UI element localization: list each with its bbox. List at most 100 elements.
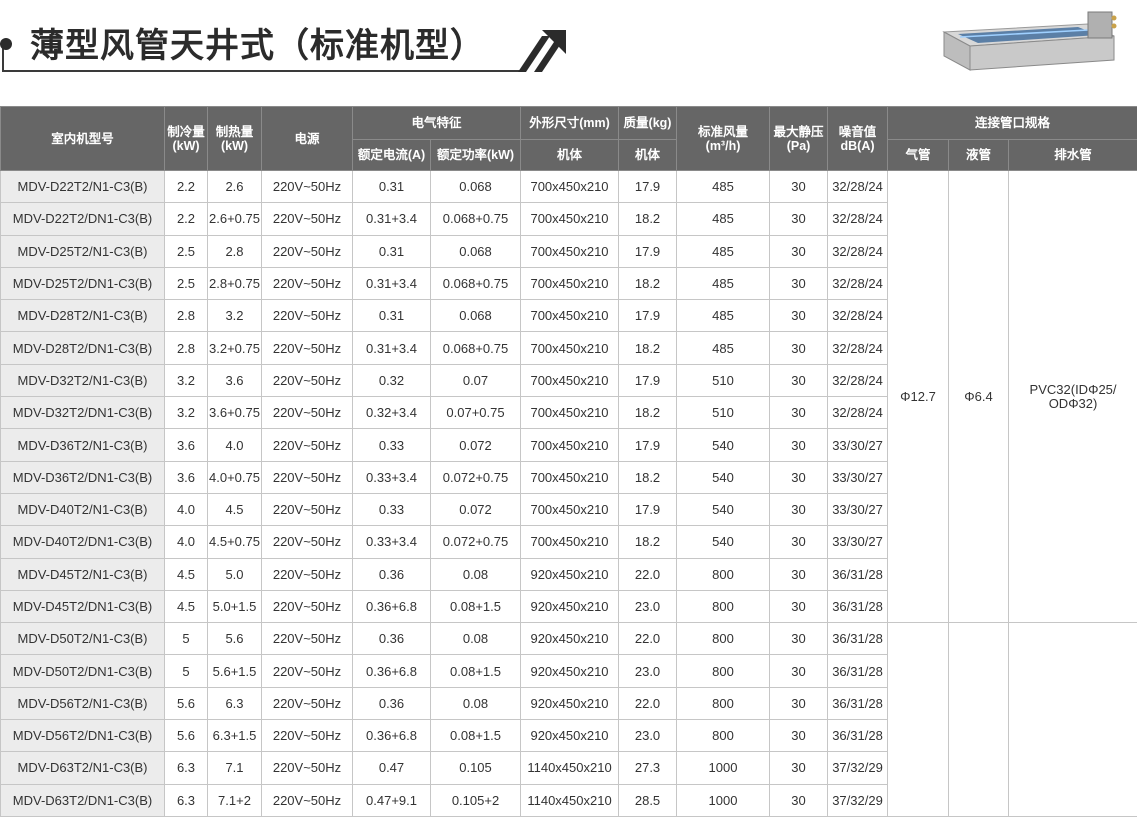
cell-model: MDV-D22T2/DN1-C3(B) — [0, 202, 165, 236]
cell-rated-power: 0.068 — [429, 299, 522, 333]
cell-power: 220V~50Hz — [261, 492, 353, 527]
header-rated-power: 额定功率(kW) — [429, 139, 522, 171]
cell-noise: 36/31/28 — [827, 622, 889, 656]
cell-rated-current: 0.47+9.1 — [352, 783, 431, 817]
cell-airflow: 485 — [676, 266, 771, 301]
cell-weight: 18.2 — [618, 266, 678, 301]
cell-model: MDV-D36T2/N1-C3(B) — [0, 428, 165, 462]
cell-heating: 5.6+1.5 — [207, 654, 262, 688]
cell-static-pressure: 30 — [769, 460, 829, 494]
title-bullet-icon — [0, 38, 12, 50]
header-heating: 制热量 (kW) — [207, 106, 262, 171]
cell-heating: 4.0+0.75 — [207, 460, 262, 494]
cell-model: MDV-D56T2/DN1-C3(B) — [0, 719, 165, 753]
cell-cooling: 2.5 — [164, 266, 208, 301]
cell-heating: 5.6 — [207, 622, 262, 656]
cell-weight: 22.0 — [618, 557, 678, 591]
cell-rated-current: 0.33+3.4 — [352, 460, 431, 494]
cell-model: MDV-D32T2/N1-C3(B) — [0, 363, 165, 398]
cell-rated-current: 0.32 — [352, 363, 431, 398]
header-rated-current: 额定电流(A) — [352, 139, 431, 171]
cell-airflow: 510 — [676, 363, 771, 398]
cell-cooling: 3.2 — [164, 363, 208, 398]
cell-heating: 4.5 — [207, 492, 262, 527]
cell-model: MDV-D25T2/DN1-C3(B) — [0, 266, 165, 301]
cell-weight: 17.9 — [618, 363, 678, 398]
double-slash-arrow-icon — [518, 30, 566, 72]
cell-power: 220V~50Hz — [261, 654, 353, 688]
cell-cooling: 3.6 — [164, 428, 208, 462]
cell-pipe-drain-2 — [1008, 622, 1137, 817]
cell-model: MDV-D28T2/DN1-C3(B) — [0, 331, 165, 365]
cell-noise: 36/31/28 — [827, 654, 889, 688]
cell-model: MDV-D50T2/DN1-C3(B) — [0, 654, 165, 688]
cell-cooling: 5.6 — [164, 719, 208, 753]
cell-power: 220V~50Hz — [261, 266, 353, 301]
cell-weight: 18.2 — [618, 525, 678, 559]
cell-cooling: 3.6 — [164, 460, 208, 494]
cell-model: MDV-D63T2/DN1-C3(B) — [0, 783, 165, 817]
cell-rated-current: 0.31+3.4 — [352, 202, 431, 236]
cell-static-pressure: 30 — [769, 299, 829, 333]
cell-static-pressure: 30 — [769, 266, 829, 301]
cell-dimensions: 920x450x210 — [520, 719, 620, 753]
cell-cooling: 4.0 — [164, 492, 208, 527]
header-static-pressure: 最大静压 (Pa) — [769, 106, 829, 171]
cell-rated-power: 0.08+1.5 — [429, 654, 522, 688]
cell-noise: 32/28/24 — [827, 363, 889, 398]
cell-cooling: 6.3 — [164, 783, 208, 817]
cell-dimensions: 700x450x210 — [520, 428, 620, 462]
cell-pipe-drain: PVC32(IDΦ25/ ODΦ32) — [1008, 169, 1137, 624]
cell-heating: 2.6 — [207, 169, 262, 204]
cell-static-pressure: 30 — [769, 428, 829, 462]
cell-airflow: 800 — [676, 686, 771, 721]
cell-weight: 17.9 — [618, 234, 678, 268]
cell-static-pressure: 30 — [769, 622, 829, 656]
cell-static-pressure: 30 — [769, 525, 829, 559]
cell-static-pressure: 30 — [769, 783, 829, 817]
cell-power: 220V~50Hz — [261, 719, 353, 753]
cell-cooling: 2.8 — [164, 331, 208, 365]
cell-rated-power: 0.105 — [429, 751, 522, 785]
ducted-indoor-unit-image — [942, 11, 1117, 71]
cell-power: 220V~50Hz — [261, 783, 353, 817]
cell-pipe-gas: Φ12.7 — [887, 169, 950, 624]
spec-table: 室内机型号 制冷量 (kW) 制热量 (kW) 电源 电气特征 外形尺寸(mm)… — [0, 106, 1137, 817]
cell-airflow: 800 — [676, 557, 771, 591]
header-drain-pipe: 排水管 — [1008, 139, 1137, 171]
cell-static-pressure: 30 — [769, 686, 829, 721]
cell-power: 220V~50Hz — [261, 396, 353, 430]
cell-dimensions: 1140x450x210 — [520, 751, 620, 785]
header-weight: 质量(kg) — [618, 106, 678, 140]
cell-power: 220V~50Hz — [261, 299, 353, 333]
cell-rated-power: 0.08+1.5 — [429, 719, 522, 753]
cell-heating: 3.2+0.75 — [207, 331, 262, 365]
cell-dimensions: 700x450x210 — [520, 234, 620, 268]
cell-rated-power: 0.105+2 — [429, 783, 522, 817]
cell-rated-power: 0.072 — [429, 492, 522, 527]
cell-dimensions: 920x450x210 — [520, 589, 620, 624]
cell-model: MDV-D40T2/N1-C3(B) — [0, 492, 165, 527]
cell-power: 220V~50Hz — [261, 428, 353, 462]
cell-noise: 32/28/24 — [827, 331, 889, 365]
cell-dimensions: 920x450x210 — [520, 557, 620, 591]
cell-noise: 33/30/27 — [827, 525, 889, 559]
page-title: 薄型风管天井式（标准机型） — [30, 18, 493, 67]
cell-static-pressure: 30 — [769, 169, 829, 204]
cell-rated-power: 0.08 — [429, 557, 522, 591]
cell-rated-current: 0.33 — [352, 428, 431, 462]
cell-dimensions: 700x450x210 — [520, 525, 620, 559]
cell-dimensions: 920x450x210 — [520, 622, 620, 656]
cell-rated-current: 0.36 — [352, 622, 431, 656]
cell-airflow: 800 — [676, 622, 771, 656]
cell-heating: 2.8 — [207, 234, 262, 268]
cell-pipe-gas-2 — [887, 622, 950, 817]
cell-heating: 7.1+2 — [207, 783, 262, 817]
cell-cooling: 6.3 — [164, 751, 208, 785]
cell-rated-current: 0.36 — [352, 557, 431, 591]
cell-power: 220V~50Hz — [261, 169, 353, 204]
cell-dimensions: 700x450x210 — [520, 331, 620, 365]
cell-noise: 32/28/24 — [827, 266, 889, 301]
cell-airflow: 485 — [676, 202, 771, 236]
cell-rated-current: 0.31 — [352, 234, 431, 268]
